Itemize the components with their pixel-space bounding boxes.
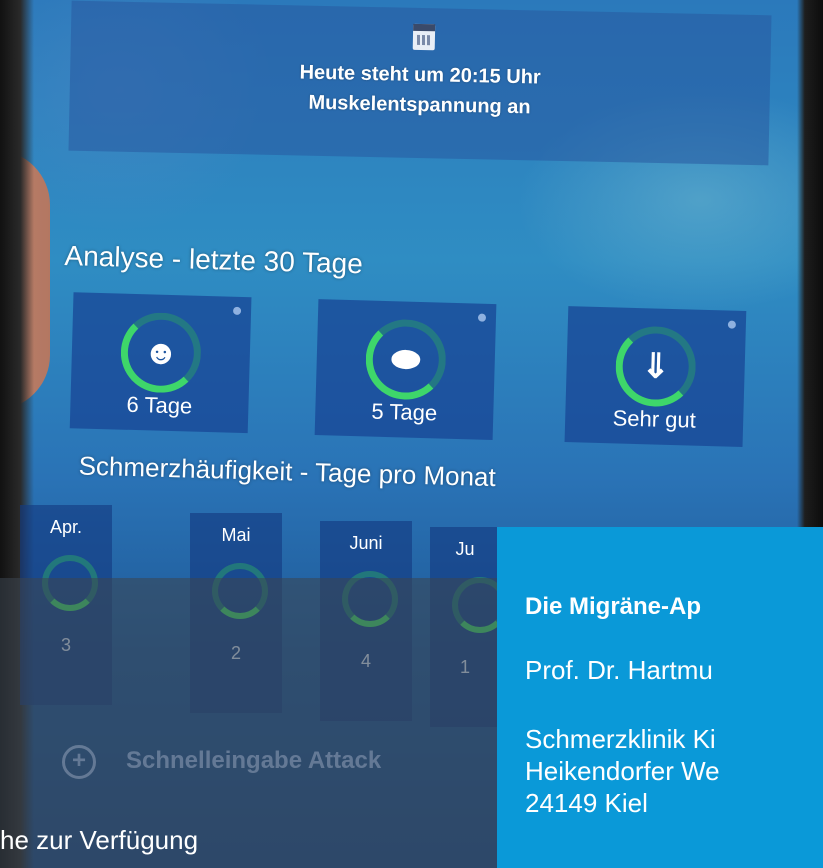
tile-label: Sehr gut [612, 405, 697, 433]
analysis-title: Analyse - letzte 30 Tage [64, 240, 364, 280]
info-dot [727, 320, 737, 329]
calendar-icon [412, 23, 436, 51]
analysis-tile-attack-days[interactable]: ☻ 6 Tage [69, 292, 252, 434]
pill-icon: ⬬ [390, 340, 421, 379]
progress-ring: ⇓ [614, 325, 697, 408]
address-line: 24149 Kiel [525, 788, 648, 818]
month-name: Ju [455, 539, 475, 559]
info-dot [477, 313, 487, 322]
head-icon: ☻ [142, 333, 180, 373]
analysis-tile-medication-days[interactable]: ⬬ 5 Tage [314, 299, 497, 441]
month-name: Apr. [49, 517, 83, 537]
info-panel: Die Migräne-Ap Prof. Dr. Hartmu Schmerzk… [497, 527, 823, 868]
reminder-card[interactable]: Heute steht um 20:15 Uhr Muskelentspannu… [68, 0, 772, 166]
info-dot [232, 306, 242, 315]
address-line: Heikendorfer We [525, 756, 720, 786]
info-address: Schmerzklinik Ki Heikendorfer We 24149 K… [525, 723, 720, 819]
progress-ring: ⬬ [364, 318, 447, 401]
quick-entry-label: Schnelleingabe Attack [126, 747, 382, 774]
quick-entry-button[interactable]: + Schnelleingabe Attack [62, 745, 381, 779]
month-name: Juni [349, 533, 383, 553]
info-title: Die Migräne-Ap [525, 593, 702, 620]
tile-label: 6 Tage [126, 391, 193, 419]
tile-label: 5 Tage [371, 398, 438, 426]
progress-ring: ☻ [119, 311, 202, 394]
info-author: Prof. Dr. Hartmu [525, 655, 713, 685]
reminder-line-2: Muskelentspannung an [308, 91, 531, 119]
effect-arrow-icon: ⇓ [640, 347, 671, 386]
image-caption: he zur Verfügung [0, 825, 199, 855]
month-name: Mai [221, 525, 251, 545]
address-line: Schmerzklinik Ki [525, 724, 716, 754]
frequency-title: Schmerzhäufigkeit - Tage pro Monat [78, 450, 497, 493]
plus-circle-icon: + [62, 745, 96, 779]
analysis-tile-effect[interactable]: ⇓ Sehr gut [564, 306, 747, 447]
